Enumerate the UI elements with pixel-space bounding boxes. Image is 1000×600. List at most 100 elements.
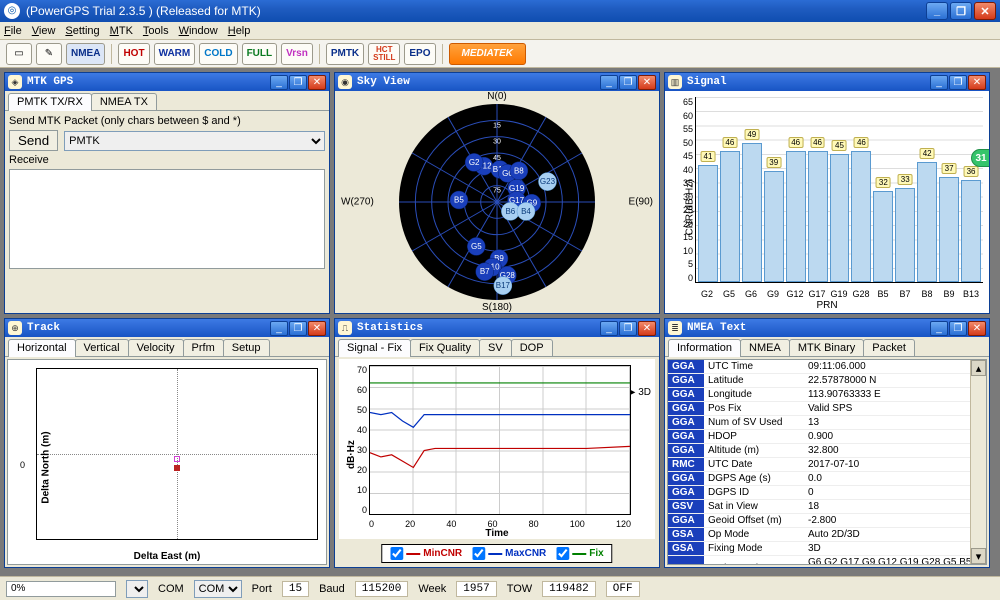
mtk-maximize-button[interactable]: ❐ (289, 75, 307, 90)
menu-file[interactable]: File (4, 25, 22, 37)
table-row[interactable]: GGAUTC Time09:11:06.000 (668, 360, 986, 374)
nmea-sentence: GGA (668, 486, 704, 500)
sky-minimize-button[interactable]: _ (600, 75, 618, 90)
receive-textarea[interactable] (9, 169, 325, 269)
bar-category-label: B8 (917, 289, 937, 299)
mtk-hint: Send MTK Packet (only chars between $ an… (9, 115, 325, 127)
toolbar-pmtk-button[interactable]: PMTK (326, 43, 364, 65)
signal-titlebar[interactable]: ▥ Signal _ ❐ ✕ (665, 73, 989, 91)
toolbar-mediatek-button[interactable]: MEDIATEK (449, 43, 526, 65)
receive-label: Receive (9, 154, 325, 166)
com-select[interactable]: COM (194, 580, 242, 598)
tab-prfm[interactable]: Prfm (183, 339, 224, 356)
table-row[interactable]: GSASV in UsedG6 G2 G17 G9 G12 G19 G28 G5… (668, 556, 986, 566)
sky-titlebar[interactable]: ◉ Sky View _ ❐ ✕ (335, 73, 659, 91)
stats-titlebar[interactable]: ⎍ Statistics _ ❐ ✕ (335, 319, 659, 337)
table-row[interactable]: GGALatitude22.57878000 N (668, 374, 986, 388)
menu-window[interactable]: Window (179, 25, 218, 37)
table-row[interactable]: GSAFixing Mode3D (668, 542, 986, 556)
toolbar-vrsn-button[interactable]: Vrsn (281, 43, 313, 65)
nmea-sentence: RMC (668, 458, 704, 472)
tab-signal-fix[interactable]: Signal - Fix (338, 339, 411, 357)
progress-bar: 0% (6, 581, 116, 597)
toolbar-epo-button[interactable]: EPO (404, 43, 435, 65)
status-dropdown[interactable] (126, 580, 148, 598)
legend-min-checkbox[interactable] (390, 547, 403, 560)
scroll-down-button[interactable]: ▾ (971, 548, 986, 564)
table-row[interactable]: GGAHDOP0.900 (668, 430, 986, 444)
toolbar-full-button[interactable]: FULL (242, 43, 278, 65)
tab-nmea[interactable]: NMEA (740, 339, 790, 356)
signal-maximize-button[interactable]: ❐ (949, 75, 967, 90)
toolbar-feather-button[interactable]: ✎ (36, 43, 62, 65)
tab-horizontal[interactable]: Horizontal (8, 339, 76, 357)
nmea-table-wrap[interactable]: GGAUTC Time09:11:06.000GGALatitude22.578… (667, 359, 987, 565)
menu-setting[interactable]: Setting (65, 25, 99, 37)
table-row[interactable]: GGADGPS ID0 (668, 486, 986, 500)
nmea-field: SV in Used (704, 556, 804, 566)
menu-mtk[interactable]: MTK (110, 25, 133, 37)
legend-max-checkbox[interactable] (472, 547, 485, 560)
track-maximize-button[interactable]: ❐ (289, 321, 307, 336)
scroll-up-button[interactable]: ▴ (971, 360, 986, 376)
nmea-close-button[interactable]: ✕ (968, 321, 986, 336)
stats-maximize-button[interactable]: ❐ (619, 321, 637, 336)
track-close-button[interactable]: ✕ (308, 321, 326, 336)
tab-nmea-tx[interactable]: NMEA TX (91, 93, 157, 110)
mtk-close-button[interactable]: ✕ (308, 75, 326, 90)
tab-packet[interactable]: Packet (863, 339, 915, 356)
track-minimize-button[interactable]: _ (270, 321, 288, 336)
toolbar-open-button[interactable]: ▭ (6, 43, 32, 65)
table-row[interactable]: GSVSat in View18 (668, 500, 986, 514)
main-maximize-button[interactable]: ❐ (950, 2, 972, 20)
main-minimize-button[interactable]: _ (926, 2, 948, 20)
legend-fix-checkbox[interactable] (556, 547, 569, 560)
tab-sv[interactable]: SV (479, 339, 512, 356)
table-row[interactable]: RMCUTC Date2017-07-10 (668, 458, 986, 472)
toolbar-nmea-button[interactable]: NMEA (66, 43, 105, 65)
signal-bars: 41464939464645463233423736 (695, 97, 983, 283)
table-row[interactable]: GGALongitude113.90763333 E (668, 388, 986, 402)
toolbar-hot-button[interactable]: HOT (118, 43, 149, 65)
table-row[interactable]: GSAOp ModeAuto 2D/3D (668, 528, 986, 542)
tab-information[interactable]: Information (668, 339, 741, 357)
stats-close-button[interactable]: ✕ (638, 321, 656, 336)
sky-close-button[interactable]: ✕ (638, 75, 656, 90)
tab-fix-quality[interactable]: Fix Quality (410, 339, 480, 356)
tab-vertical[interactable]: Vertical (75, 339, 129, 356)
tab-pmtk-txrx[interactable]: PMTK TX/RX (8, 93, 92, 111)
nmea-maximize-button[interactable]: ❐ (949, 321, 967, 336)
signal-close-button[interactable]: ✕ (968, 75, 986, 90)
table-row[interactable]: GGAAltitude (m)32.800 (668, 444, 986, 458)
nmea-titlebar[interactable]: ≣ NMEA Text _ ❐ ✕ (665, 319, 989, 337)
nmea-field: Pos Fix (704, 402, 804, 416)
main-close-button[interactable]: ✕ (974, 2, 996, 20)
table-row[interactable]: GGAGeoid Offset (m)-2.800 (668, 514, 986, 528)
table-row[interactable]: GGAPos FixValid SPS (668, 402, 986, 416)
mtk-titlebar[interactable]: ◈ MTK GPS _ ❐ ✕ (5, 73, 329, 91)
nmea-field: DGPS ID (704, 486, 804, 500)
tab-mtk-binary[interactable]: MTK Binary (789, 339, 864, 356)
send-button[interactable]: Send (9, 130, 58, 151)
tab-dop[interactable]: DOP (511, 339, 553, 356)
toolbar-warm-button[interactable]: WARM (154, 43, 196, 65)
toolbar-cold-button[interactable]: COLD (199, 43, 237, 65)
table-row[interactable]: GGADGPS Age (s)0.0 (668, 472, 986, 486)
stats-minimize-button[interactable]: _ (600, 321, 618, 336)
bar-value-label: 46 (810, 137, 825, 148)
toolbar-hctstill-button[interactable]: HCTSTILL (368, 43, 400, 65)
sky-maximize-button[interactable]: ❐ (619, 75, 637, 90)
signal-minimize-button[interactable]: _ (930, 75, 948, 90)
menu-tools[interactable]: Tools (143, 25, 169, 37)
signal-bar: 46 (851, 151, 871, 282)
tab-velocity[interactable]: Velocity (128, 339, 184, 356)
menu-view[interactable]: View (32, 25, 56, 37)
nmea-minimize-button[interactable]: _ (930, 321, 948, 336)
scrollbar[interactable]: ▴ ▾ (970, 360, 986, 564)
track-titlebar[interactable]: ⊕ Track _ ❐ ✕ (5, 319, 329, 337)
mtk-minimize-button[interactable]: _ (270, 75, 288, 90)
table-row[interactable]: GGANum of SV Used13 (668, 416, 986, 430)
pmtk-select[interactable]: PMTK (64, 131, 325, 151)
tab-setup[interactable]: Setup (223, 339, 270, 356)
menu-help[interactable]: Help (228, 25, 251, 37)
